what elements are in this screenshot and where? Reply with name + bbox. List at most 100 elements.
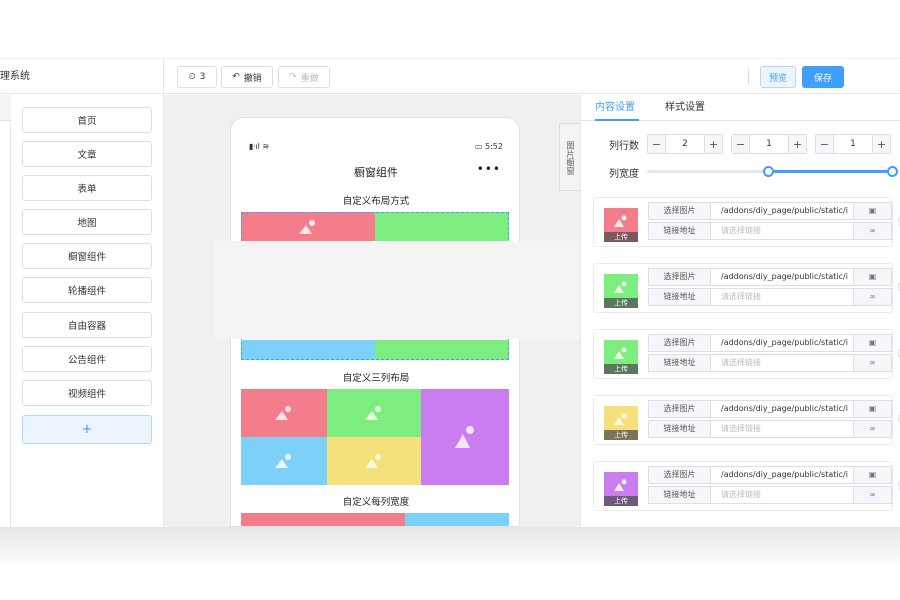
link-icon[interactable]: ∞	[853, 487, 891, 503]
upload-label[interactable]: 上传	[604, 232, 638, 242]
minus-icon[interactable]: −	[816, 135, 834, 153]
save-button[interactable]: 保存	[802, 66, 844, 88]
picture-icon[interactable]: ▣	[853, 203, 891, 219]
slider-fill	[769, 170, 893, 173]
undo-label: 撤销	[243, 73, 262, 84]
width-tile-blue[interactable]	[405, 513, 509, 526]
link-input[interactable]: 请选择链接	[711, 223, 853, 239]
picture-icon[interactable]: ▣	[853, 335, 891, 351]
stepper-value[interactable]: 1	[750, 135, 788, 153]
component-article[interactable]: 文章	[22, 141, 152, 167]
columns-stepper-1[interactable]: − 2 +	[647, 134, 723, 154]
component-notice[interactable]: 公告组件	[22, 346, 152, 372]
window-shadow	[0, 527, 900, 567]
image-item: 上传 选择图片/addons/diy_page/public/static/i ▣ 链…	[593, 329, 893, 379]
three-col-tile-purple[interactable]	[421, 389, 509, 485]
upload-label[interactable]: 上传	[604, 430, 638, 440]
image-path-input[interactable]: /addons/diy_page/public/static/i	[711, 335, 853, 351]
minus-icon[interactable]: −	[648, 135, 666, 153]
column-width-slider[interactable]	[647, 166, 898, 177]
undo-icon: ↶	[232, 72, 240, 82]
signal-icon: ▮ᐧıl ≋	[249, 142, 270, 151]
redo-icon: ↷	[289, 72, 297, 82]
picture-icon[interactable]: ▣	[853, 401, 891, 417]
link-input[interactable]: 请选择链接	[711, 421, 853, 437]
link-input[interactable]: 请选择链接	[711, 487, 853, 503]
image-item: 上传 选择图片/addons/diy_page/public/static/i ▣ 链…	[593, 263, 893, 313]
image-thumbnail[interactable]: 上传	[604, 274, 638, 308]
width-tile-pink[interactable]	[241, 513, 405, 526]
columns-stepper-2[interactable]: − 1 +	[731, 134, 807, 154]
image-path-row: 选择图片/addons/diy_page/public/static/i ▣	[648, 202, 892, 220]
image-path-input[interactable]: /addons/diy_page/public/static/i	[711, 269, 853, 285]
minus-icon[interactable]: −	[732, 135, 750, 153]
slider-handle-start[interactable]	[763, 166, 774, 177]
tab-style-settings[interactable]: 样式设置	[665, 95, 709, 121]
link-input[interactable]: 请选择链接	[711, 289, 853, 305]
component-form[interactable]: 表单	[22, 175, 152, 201]
three-col-tile-blue[interactable]	[241, 437, 327, 485]
app-title: 理系统	[0, 59, 164, 95]
select-image-label: 选择图片	[649, 401, 711, 417]
upload-label[interactable]: 上传	[604, 496, 638, 506]
link-row: 链接地址 请选择链接 ∞	[648, 420, 892, 438]
link-icon[interactable]: ∞	[853, 289, 891, 305]
component-free-container[interactable]: 自由容器	[22, 312, 152, 338]
plus-icon[interactable]: +	[872, 135, 890, 153]
more-icon[interactable]: •••	[477, 162, 501, 176]
image-thumbnail[interactable]: 上传	[604, 472, 638, 506]
component-map[interactable]: 地图	[22, 209, 152, 235]
undo-button[interactable]: ↶ 撤销	[221, 66, 273, 88]
add-component-button[interactable]: +	[22, 415, 152, 444]
plus-icon[interactable]: +	[704, 135, 722, 153]
component-panel: 首页 文章 表单 地图 橱窗组件 轮播组件 自由容器 公告组件 视频组件 +	[0, 95, 164, 527]
image-icon	[365, 454, 381, 468]
tab-content-settings[interactable]: 内容设置	[595, 95, 639, 121]
component-video[interactable]: 视频组件	[22, 380, 152, 406]
component-home[interactable]: 首页	[22, 107, 152, 133]
settings-panel: 内容设置 样式设置 列行数 − 2 + − 1 + − 1 + 列宽度 上传 选择…	[580, 95, 900, 527]
image-icon	[275, 454, 291, 468]
image-path-input[interactable]: /addons/diy_page/public/static/i	[711, 203, 853, 219]
image-icon	[614, 281, 627, 293]
link-input[interactable]: 请选择链接	[711, 355, 853, 371]
image-item: 上传 选择图片/addons/diy_page/public/static/i ▣ 链…	[593, 395, 893, 445]
three-col-tile-pink[interactable]	[241, 389, 327, 437]
component-carousel[interactable]: 轮播组件	[22, 277, 152, 303]
link-icon[interactable]: ∞	[853, 223, 891, 239]
redo-button[interactable]: ↷ 重做	[278, 66, 330, 88]
link-icon[interactable]: ∞	[853, 421, 891, 437]
section-title-layout: 自定义布局方式	[342, 196, 410, 207]
preview-button[interactable]: 预览	[760, 66, 796, 88]
image-path-input[interactable]: /addons/diy_page/public/static/i	[711, 401, 853, 417]
link-row: 链接地址 请选择链接 ∞	[648, 222, 892, 240]
picture-icon[interactable]: ▣	[853, 269, 891, 285]
three-col-tile-yellow[interactable]	[327, 437, 421, 485]
upload-label[interactable]: 上传	[604, 364, 638, 374]
image-thumbnail[interactable]: 上传	[604, 340, 638, 374]
upload-label[interactable]: 上传	[604, 298, 638, 308]
image-icon	[614, 347, 627, 359]
link-row: 链接地址 请选择链接 ∞	[648, 486, 892, 504]
plus-icon[interactable]: +	[788, 135, 806, 153]
three-col-tile-green[interactable]	[327, 389, 421, 437]
columns-stepper-3[interactable]: − 1 +	[815, 134, 891, 154]
image-path-input[interactable]: /addons/diy_page/public/static/i	[711, 467, 853, 483]
history-button[interactable]: ⏲ 3	[177, 66, 217, 88]
stepper-value[interactable]: 1	[834, 135, 872, 153]
image-thumbnail[interactable]: 上传	[604, 406, 638, 440]
section-title-col-width: 自定义每列宽度	[342, 497, 410, 508]
component-side-tab[interactable]: 图片橱窗	[559, 123, 579, 191]
picture-icon[interactable]: ▣	[853, 467, 891, 483]
link-icon[interactable]: ∞	[853, 355, 891, 371]
stepper-value[interactable]: 2	[666, 135, 704, 153]
slider-handle-end[interactable]	[887, 166, 898, 177]
columns-label: 列行数	[609, 141, 639, 152]
link-label: 链接地址	[649, 487, 711, 503]
link-label: 链接地址	[649, 289, 711, 305]
link-row: 链接地址 请选择链接 ∞	[648, 354, 892, 372]
category-tab[interactable]	[0, 95, 11, 121]
component-showcase[interactable]: 橱窗组件	[22, 243, 152, 269]
image-thumbnail[interactable]: 上传	[604, 208, 638, 242]
section-title-three-col: 自定义三列布局	[342, 373, 410, 384]
